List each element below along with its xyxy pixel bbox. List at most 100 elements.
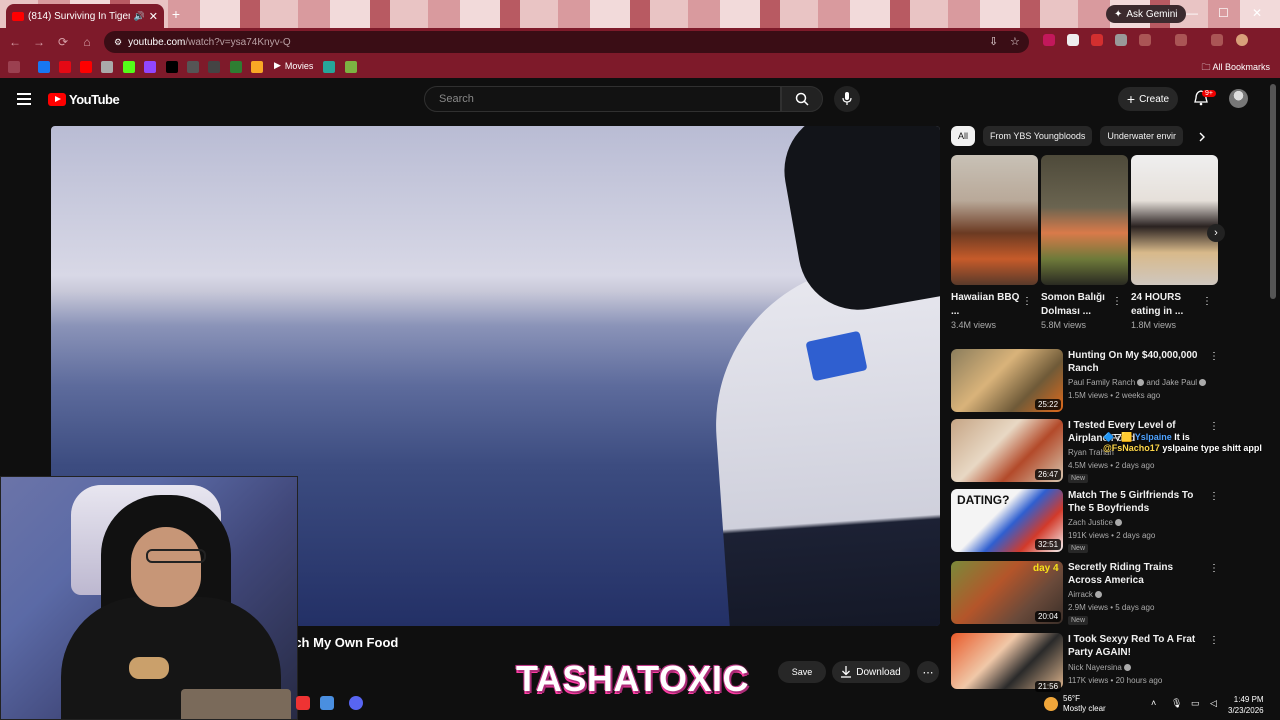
weather-temp: 56°F xyxy=(1063,694,1080,703)
more-vert-icon[interactable]: ⋮ xyxy=(1209,421,1219,432)
clock-date: 3/23/2026 xyxy=(1228,706,1264,715)
volume-icon[interactable]: ◁ xyxy=(1210,698,1217,709)
chat-text: yslpaine type shitt appl xyxy=(1162,443,1262,453)
hamburger-menu-icon[interactable] xyxy=(17,93,31,105)
short-item[interactable]: Hawaiian BBQ ... 3.4M views ⋮ xyxy=(951,155,1038,330)
more-vert-icon[interactable]: ⋮ xyxy=(1022,296,1032,307)
ask-gemini-button[interactable]: ✦ Ask Gemini xyxy=(1106,5,1186,23)
all-bookmarks[interactable]: 🗀 All Bookmarks xyxy=(1201,60,1270,76)
close-tab-icon[interactable]: ✕ xyxy=(149,10,158,23)
home-icon[interactable]: ⌂ xyxy=(80,35,94,49)
bookmark-icon[interactable] xyxy=(323,61,335,73)
back-icon[interactable]: ← xyxy=(8,35,22,49)
chevron-up-icon[interactable]: ˄ xyxy=(1151,698,1156,708)
screen: (814) Surviving In Tiger Sha 🔊 ✕ + ✦ Ask… xyxy=(0,0,1280,720)
bookmark-icon[interactable] xyxy=(230,61,242,73)
all-bookmarks-label: All Bookmarks xyxy=(1212,62,1270,72)
video-meta: 191K views • 2 days ago xyxy=(1068,531,1156,540)
network-icon[interactable]: ▭ xyxy=(1191,698,1200,709)
more-vert-icon[interactable]: ⋮ xyxy=(1209,635,1219,646)
more-vert-icon[interactable]: ⋮ xyxy=(1209,351,1219,362)
save-button[interactable]: Save xyxy=(778,661,826,683)
chevron-right-icon[interactable] xyxy=(1196,131,1208,143)
bookmark-icon[interactable] xyxy=(345,61,357,73)
channel-name[interactable]: Airrack xyxy=(1068,590,1102,599)
bookmark-star-icon[interactable]: ☆ xyxy=(1010,35,1020,48)
gemini-icon: ✦ xyxy=(1114,8,1123,20)
weather-widget[interactable]: 56°F Mostly clear xyxy=(1044,694,1106,714)
extensions-puzzle-icon[interactable] xyxy=(1175,34,1187,46)
close-window-icon[interactable]: ✕ xyxy=(1252,6,1262,20)
facebook-icon[interactable] xyxy=(38,61,50,73)
chip-youngbloods[interactable]: From YBS Youngbloods xyxy=(983,126,1093,146)
video-title: Secretly Riding Trains Across America xyxy=(1068,562,1174,586)
address-bar[interactable]: ⚙ youtube.com /watch?v=ysa74Knyv-Q xyxy=(104,31,1029,53)
recommendation-item[interactable]: 25:22 Hunting On My $40,000,000 Ranch Pa… xyxy=(951,349,1251,413)
netflix-icon[interactable] xyxy=(59,61,71,73)
short-item[interactable]: Somon Balığı Dolması ... 5.8M views ⋮ xyxy=(1041,155,1128,330)
video-title: Hunting On My $40,000,000 Ranch xyxy=(1068,350,1198,374)
browser-tab-active[interactable]: (814) Surviving In Tiger Sha 🔊 ✕ xyxy=(6,4,164,28)
short-item[interactable]: 24 HOURS eating in ... 1.8M views ⋮ xyxy=(1131,155,1218,330)
recommendation-item[interactable]: 21:56 I Took Sexyy Red To A Frat Party A… xyxy=(951,633,1251,697)
profile-avatar[interactable] xyxy=(1236,34,1248,46)
extension-icon[interactable] xyxy=(1115,34,1127,46)
youtube-logo-text: YouTube xyxy=(69,92,120,107)
extension-icon[interactable] xyxy=(1091,34,1103,46)
bookmark-icon[interactable] xyxy=(208,61,220,73)
install-app-icon[interactable]: ⇩ xyxy=(989,35,998,48)
extension-icon[interactable] xyxy=(1043,34,1055,46)
chip-all[interactable]: All xyxy=(951,126,976,146)
system-clock[interactable]: 1:49 PM 3/23/2026 xyxy=(1228,694,1264,716)
search-input[interactable]: Search xyxy=(424,86,781,112)
chip-underwater[interactable]: Underwater envir xyxy=(1100,126,1183,146)
twitch-icon[interactable] xyxy=(144,61,156,73)
voice-search-button[interactable] xyxy=(834,86,860,112)
taskbar-app-icon[interactable] xyxy=(296,696,310,710)
microphone-icon[interactable]: 🎙 xyxy=(1171,698,1182,709)
channel-name[interactable]: Zach Justice xyxy=(1068,518,1122,527)
bookmark-icon[interactable] xyxy=(187,61,199,73)
download-button[interactable]: Download xyxy=(832,661,910,683)
glasses xyxy=(146,549,206,563)
reload-icon[interactable]: ⟳ xyxy=(56,35,70,49)
video-meta: 117K views • 20 hours ago xyxy=(1068,676,1163,685)
search-button[interactable] xyxy=(781,86,823,112)
recommendation-item[interactable]: DATING? 32:51 Match The 5 Girlfriends To… xyxy=(951,489,1251,553)
kick-icon[interactable] xyxy=(123,61,135,73)
extension-icon[interactable] xyxy=(1139,34,1151,46)
channel-name[interactable]: Paul Family Ranch and Jake Paul xyxy=(1068,378,1207,387)
bookmark-icon[interactable] xyxy=(251,61,263,73)
speaker-icon[interactable]: 🔊 xyxy=(134,11,145,22)
bookmark-movies[interactable]: ▶ Movies xyxy=(274,60,313,71)
new-tab-button[interactable]: + xyxy=(168,6,184,22)
more-actions-button[interactable]: ⋯ xyxy=(917,661,939,683)
instagram-icon[interactable] xyxy=(101,61,113,73)
short-views: 3.4M views xyxy=(951,320,997,330)
weather-sun-icon xyxy=(1044,697,1058,711)
minimize-icon[interactable]: — xyxy=(1186,6,1198,20)
short-views: 1.8M views xyxy=(1131,320,1177,330)
more-vert-icon[interactable]: ⋮ xyxy=(1209,491,1219,502)
channel-name-text: Zach Justice xyxy=(1068,518,1113,527)
create-button[interactable]: + Create xyxy=(1118,87,1178,111)
more-vert-icon[interactable]: ⋮ xyxy=(1209,563,1219,574)
downloads-icon[interactable] xyxy=(1211,34,1223,46)
notepad-icon[interactable] xyxy=(320,696,334,710)
maximize-icon[interactable]: ☐ xyxy=(1218,6,1229,20)
recommendation-item[interactable]: day 4 20:04 Secretly Riding Trains Acros… xyxy=(951,561,1251,625)
discord-icon[interactable] xyxy=(349,696,363,710)
site-info-icon[interactable]: ⚙ xyxy=(114,37,122,48)
user-avatar[interactable] xyxy=(1229,89,1248,108)
shorts-next-button[interactable]: › xyxy=(1207,224,1225,242)
youtube-logo[interactable]: YouTube xyxy=(48,92,120,107)
extension-icon[interactable] xyxy=(1067,34,1079,46)
youtube-bookmark-icon[interactable] xyxy=(80,61,92,73)
more-vert-icon[interactable]: ⋮ xyxy=(1112,296,1122,307)
page-scrollbar[interactable] xyxy=(1270,84,1276,299)
forward-icon[interactable]: → xyxy=(32,35,46,49)
more-vert-icon[interactable]: ⋮ xyxy=(1202,296,1212,307)
channel-name[interactable]: Nick Nayersina xyxy=(1068,663,1131,672)
apps-icon[interactable] xyxy=(8,61,20,73)
x-icon[interactable] xyxy=(166,61,178,73)
